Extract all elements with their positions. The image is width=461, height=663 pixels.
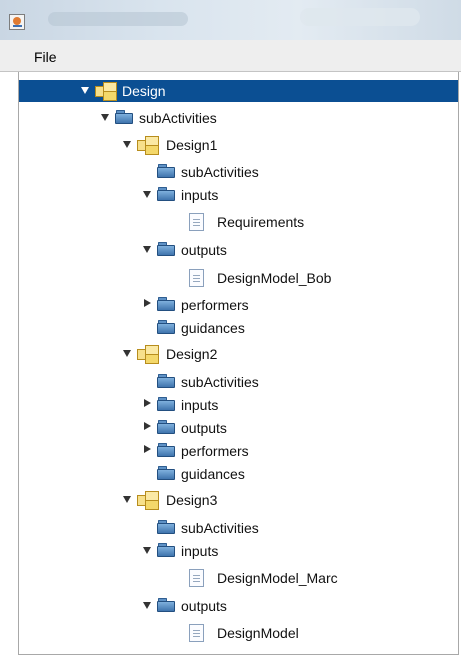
tree-node-design1-outputs[interactable]: outputs: [19, 239, 458, 261]
tree-node-design1[interactable]: Design1: [19, 134, 458, 156]
tree-node-design3-outputs[interactable]: outputs: [19, 595, 458, 617]
tree-node-design1-inputs[interactable]: inputs: [19, 184, 458, 206]
expand-arrow-icon[interactable]: [143, 547, 151, 554]
tree-node-label: inputs: [181, 543, 219, 559]
expand-arrow-icon[interactable]: [101, 114, 109, 121]
document-icon: [189, 624, 204, 642]
expand-arrow-icon[interactable]: [123, 496, 131, 503]
tree-node-label: subActivities: [181, 520, 259, 536]
activity-icon: [137, 136, 159, 155]
tree-node-label: outputs: [181, 598, 227, 614]
collapse-arrow-icon[interactable]: [144, 445, 151, 453]
tree-node-label: performers: [181, 297, 249, 313]
tree-node-label: Design2: [166, 346, 218, 362]
collapse-arrow-icon[interactable]: [144, 299, 151, 307]
menu-file[interactable]: File: [34, 49, 57, 65]
tree-node-label: Design: [122, 83, 166, 99]
folder-icon: [157, 320, 175, 334]
folder-icon: [157, 598, 175, 612]
folder-icon: [157, 164, 175, 178]
tree-node-design2-performers[interactable]: performers: [19, 440, 458, 462]
folder-icon: [157, 242, 175, 256]
document-icon: [189, 213, 204, 231]
tree-node-label: subActivities: [181, 164, 259, 180]
blurred-title-text: [48, 12, 188, 26]
folder-icon: [157, 374, 175, 388]
folder-icon: [115, 110, 133, 124]
tree-node-label: guidances: [181, 320, 245, 336]
tree-node-label: subActivities: [181, 374, 259, 390]
tree-node-label: Design1: [166, 137, 218, 153]
tree-node-label: subActivities: [139, 110, 217, 126]
tree-node-design3-inputs[interactable]: inputs: [19, 540, 458, 562]
collapse-arrow-icon[interactable]: [144, 399, 151, 407]
tree-node-design1-guidances[interactable]: guidances: [19, 317, 458, 339]
collapse-arrow-icon[interactable]: [144, 422, 151, 430]
folder-icon: [157, 520, 175, 534]
document-icon: [189, 269, 204, 287]
expand-arrow-icon[interactable]: [143, 246, 151, 253]
tree-node-design2[interactable]: Design2: [19, 343, 458, 365]
tree-node-label: performers: [181, 443, 249, 459]
folder-icon: [157, 443, 175, 457]
document-icon: [189, 569, 204, 587]
folder-icon: [157, 466, 175, 480]
application-window: File Design subActivities Design1 subAct…: [0, 0, 461, 663]
activity-icon: [137, 491, 159, 510]
tree-node-design3-subactivities[interactable]: subActivities: [19, 517, 458, 539]
expand-arrow-icon[interactable]: [143, 191, 151, 198]
tree-node-designmodel-bob[interactable]: DesignModel_Bob: [19, 267, 458, 289]
expand-arrow-icon[interactable]: [81, 87, 89, 94]
blurred-title-region: [300, 8, 420, 26]
folder-icon: [157, 420, 175, 434]
tree-node-design2-subactivities[interactable]: subActivities: [19, 371, 458, 393]
activity-icon: [95, 82, 117, 101]
tree-node-requirements[interactable]: Requirements: [19, 211, 458, 233]
tree-node-label: DesignModel_Bob: [217, 270, 332, 286]
tree-node-design1-subactivities[interactable]: subActivities: [19, 161, 458, 183]
folder-icon: [157, 397, 175, 411]
tree-node-design1-performers[interactable]: performers: [19, 294, 458, 316]
tree-node-label: outputs: [181, 420, 227, 436]
tree-node-label: guidances: [181, 466, 245, 482]
expand-arrow-icon[interactable]: [123, 350, 131, 357]
tree-node-subactivities[interactable]: subActivities: [19, 107, 458, 129]
tree-node-designmodel-marc[interactable]: DesignModel_Marc: [19, 567, 458, 589]
tree-node-label: Design3: [166, 492, 218, 508]
folder-icon: [157, 187, 175, 201]
tree-node-label: outputs: [181, 242, 227, 258]
folder-icon: [157, 543, 175, 557]
tree-node-label: DesignModel_Marc: [217, 570, 338, 586]
tree-node-design2-inputs[interactable]: inputs: [19, 394, 458, 416]
expand-arrow-icon[interactable]: [143, 602, 151, 609]
title-bar: [0, 0, 461, 40]
tree-node-design[interactable]: Design: [19, 80, 458, 102]
tree-node-design2-guidances[interactable]: guidances: [19, 463, 458, 485]
tree-node-design2-outputs[interactable]: outputs: [19, 417, 458, 439]
tree-node-label: DesignModel: [217, 625, 299, 641]
folder-icon: [157, 297, 175, 311]
expand-arrow-icon[interactable]: [123, 141, 131, 148]
app-icon: [9, 14, 25, 30]
tree-node-label: Requirements: [217, 214, 305, 230]
tree-node-designmodel[interactable]: DesignModel: [19, 622, 458, 644]
tree-node-design3[interactable]: Design3: [19, 489, 458, 511]
tree-node-label: inputs: [181, 187, 219, 203]
activity-icon: [137, 345, 159, 364]
tree-node-label: inputs: [181, 397, 219, 413]
process-tree[interactable]: Design subActivities Design1 subActiviti…: [18, 72, 459, 655]
menu-bar: File: [0, 40, 461, 72]
